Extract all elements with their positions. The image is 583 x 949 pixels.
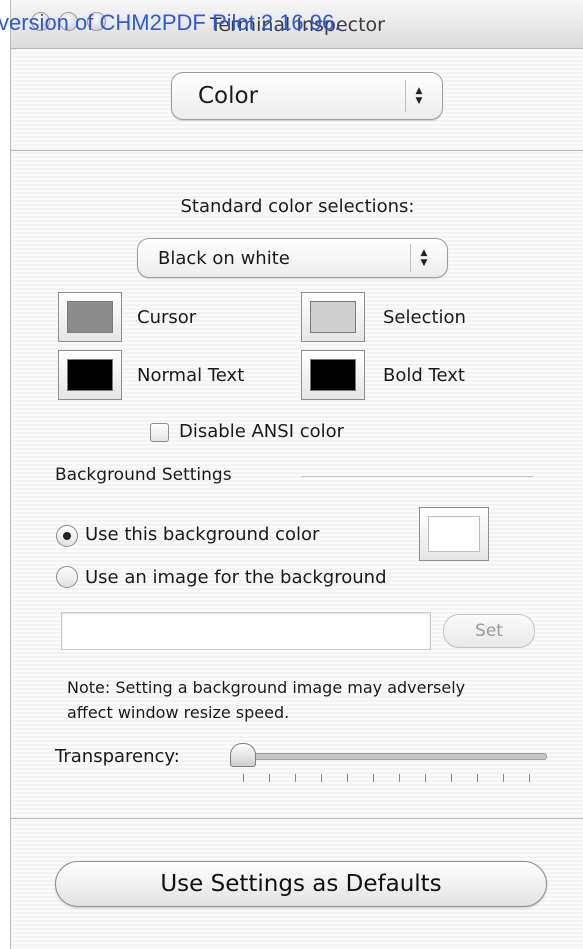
cursor-color-well[interactable] (58, 292, 122, 342)
cursor-color-fill (67, 301, 113, 333)
slider-tick (451, 774, 452, 782)
radio-selected-dot (63, 532, 71, 540)
pdf-watermark-text: version of CHM2PDF Pilot 2.16.96. (0, 10, 341, 35)
set-image-button[interactable]: Set (443, 614, 535, 648)
use-bg-image-label: Use an image for the background (85, 567, 387, 588)
bold-text-color-fill (310, 359, 356, 391)
slider-tick (269, 774, 270, 782)
transparency-label: Transparency: (55, 746, 180, 767)
selection-label: Selection (383, 307, 466, 328)
stepper-arrows-icon: ▲ ▼ (405, 80, 432, 112)
slider-tick (529, 774, 530, 782)
terminal-inspector-window: Terminal Inspector Color ▲ ▼ Standard col… (10, 0, 583, 949)
slider-tick (347, 774, 348, 782)
disable-ansi-checkbox[interactable] (150, 423, 169, 442)
use-bg-image-radio[interactable] (56, 566, 78, 588)
slider-tick (399, 774, 400, 782)
selection-color-well[interactable] (301, 292, 365, 342)
cursor-label: Cursor (137, 307, 197, 328)
transparency-slider-thumb[interactable] (230, 743, 256, 767)
background-color-well[interactable] (419, 507, 489, 561)
bold-text-color-well[interactable] (301, 350, 365, 400)
standard-colors-popup[interactable]: Black on white ▲ ▼ (137, 238, 448, 278)
use-settings-as-defaults-button[interactable]: Use Settings as Defaults (55, 861, 547, 907)
background-color-fill (428, 516, 480, 552)
normal-text-color-well[interactable] (58, 350, 122, 400)
background-settings-heading: Background Settings (55, 465, 232, 485)
bold-text-label: Bold Text (383, 365, 465, 386)
standard-colors-selected: Black on white (158, 247, 290, 269)
transparency-slider-track[interactable] (233, 753, 547, 760)
background-image-note: Note: Setting a background image may adv… (67, 678, 466, 722)
disable-ansi-label: Disable ANSI color (179, 421, 345, 442)
slider-tick (321, 774, 322, 782)
standard-colors-label: Standard color selections: (180, 196, 415, 217)
use-bg-color-radio[interactable] (56, 525, 78, 547)
use-bg-color-label: Use this background color (85, 524, 320, 545)
slider-tick (503, 774, 504, 782)
stepper-arrows-icon: ▲ ▼ (410, 244, 437, 272)
slider-tick (477, 774, 478, 782)
slider-tick (425, 774, 426, 782)
normal-text-color-fill (67, 359, 113, 391)
footer-divider (11, 818, 583, 819)
slider-tick (243, 774, 244, 782)
selection-color-fill (310, 301, 356, 333)
inspector-panel-popup[interactable]: Color ▲ ▼ (171, 72, 443, 120)
background-settings-rule (301, 476, 533, 477)
normal-text-label: Normal Text (137, 365, 245, 386)
inspector-panel-selected: Color (198, 83, 259, 109)
slider-tick (295, 774, 296, 782)
slider-tick (373, 774, 374, 782)
background-image-path-field[interactable] (61, 612, 431, 650)
header-divider (11, 150, 583, 151)
